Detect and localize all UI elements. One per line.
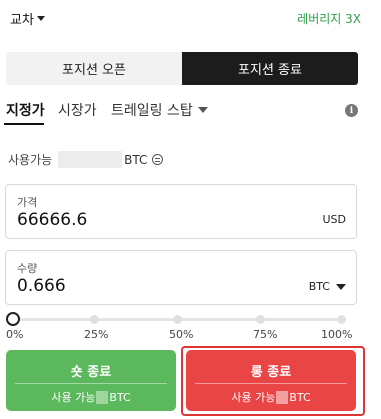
close-short-button[interactable]: 숏 종료 사용 가능 BTC — [6, 350, 176, 411]
info-icon[interactable]: i — [345, 104, 358, 117]
available-amount-redacted — [58, 151, 123, 168]
quantity-slider[interactable] — [6, 312, 346, 326]
quantity-unit-select[interactable]: BTC — [309, 280, 346, 293]
button-divider — [195, 383, 347, 384]
price-input[interactable] — [17, 208, 257, 232]
price-unit: USD — [322, 213, 346, 226]
tab-trailing-stop[interactable]: 트레일링 스탑 — [111, 100, 208, 120]
position-tabs: 포지션 오픈 포지션 종료 — [6, 52, 358, 85]
close-short-available-unit: BTC — [109, 390, 131, 404]
price-field: 가격 USD — [5, 184, 357, 239]
close-long-available: 사용 가능 BTC — [186, 389, 356, 405]
close-long-title: 롱 종료 — [250, 365, 292, 380]
active-tab-underline — [4, 123, 44, 125]
slider-mark-100[interactable] — [337, 315, 346, 324]
chevron-down-icon — [197, 107, 208, 113]
slider-labels: 0% 25% 50% 75% 100% — [0, 328, 381, 342]
tab-position-close[interactable]: 포지션 종료 — [182, 52, 358, 85]
slider-mark-50[interactable] — [173, 315, 182, 324]
quantity-field: 수량 BTC — [5, 250, 357, 305]
close-short-available-label: 사용 가능 — [51, 391, 96, 404]
slider-label-50: 50% — [169, 328, 194, 341]
order-type-tabs: 지정가 시장가 트레일링 스탑 i — [4, 100, 366, 128]
slider-label-0: 0% — [6, 328, 24, 341]
slider-label-25: 25% — [84, 328, 109, 341]
chevron-down-icon — [336, 283, 346, 290]
close-short-amount-redacted — [96, 390, 109, 404]
tab-market-order[interactable]: 시장가 — [58, 100, 97, 120]
margin-mode-select[interactable]: 교차 — [10, 9, 45, 28]
swap-icon[interactable] — [152, 154, 164, 165]
slider-label-75: 75% — [253, 328, 278, 341]
slider-mark-75[interactable] — [256, 315, 265, 324]
margin-mode-label: 교차 — [10, 13, 34, 28]
tab-limit-order[interactable]: 지정가 — [4, 100, 45, 125]
available-balance: 사용가능 BTC — [8, 151, 164, 168]
available-unit: BTC — [124, 152, 148, 167]
slider-thumb[interactable] — [6, 312, 20, 326]
tab-trailing-label: 트레일링 스탑 — [111, 103, 193, 119]
tab-limit-label: 지정가 — [6, 103, 45, 119]
button-divider — [15, 383, 167, 384]
chevron-down-icon — [36, 16, 45, 21]
leverage-button[interactable]: 레버리지 3X — [297, 10, 361, 27]
slider-mark-25[interactable] — [90, 315, 99, 324]
available-label: 사용가능 — [8, 153, 53, 167]
slider-label-100: 100% — [321, 328, 353, 341]
close-long-available-label: 사용 가능 — [231, 391, 276, 404]
close-short-title: 숏 종료 — [70, 365, 112, 380]
close-long-button[interactable]: 롱 종료 사용 가능 BTC — [186, 350, 356, 411]
tab-position-open[interactable]: 포지션 오픈 — [6, 52, 182, 85]
top-bar: 교차 레버리지 3X — [0, 0, 381, 40]
quantity-unit-label: BTC — [308, 280, 330, 293]
quantity-input[interactable] — [17, 274, 257, 298]
close-long-amount-redacted — [276, 390, 289, 404]
close-long-available-unit: BTC — [289, 390, 311, 404]
close-short-available: 사용 가능 BTC — [6, 389, 176, 405]
